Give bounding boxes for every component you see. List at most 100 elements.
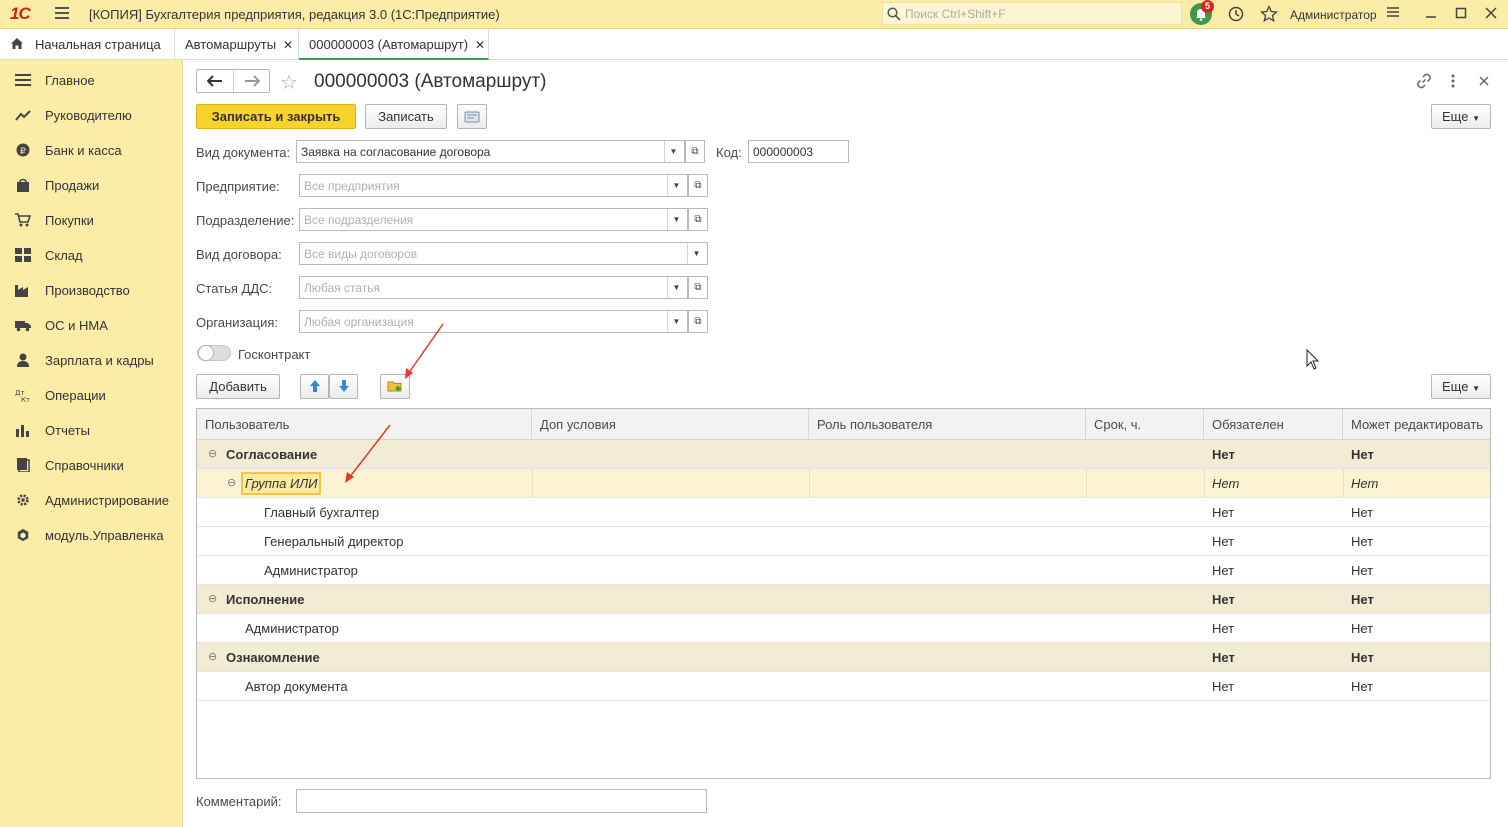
tab-label: Автомаршруты: [185, 37, 277, 52]
tab-automarshruty[interactable]: Автомаршруты ✕: [175, 29, 299, 60]
link-icon[interactable]: [1416, 73, 1432, 92]
enterprise-field[interactable]: Все предприятия ▼: [299, 174, 688, 197]
table-row[interactable]: ⊖ Согласование Нет Нет: [197, 440, 1490, 469]
mouse-cursor-icon: [1306, 349, 1320, 370]
sidebar-item-fixed-assets[interactable]: ОС и НМА: [0, 307, 183, 342]
maximize-icon[interactable]: [1452, 5, 1470, 23]
table-row[interactable]: Генеральный директор Нет Нет: [197, 527, 1490, 556]
table-row[interactable]: Администратор Нет Нет: [197, 556, 1490, 585]
add-group-button[interactable]: [380, 374, 410, 399]
contract-type-field[interactable]: Все виды договоров ▼: [299, 242, 708, 265]
window-title: [КОПИЯ] Бухгалтерия предприятия, редакци…: [89, 7, 500, 22]
open-icon[interactable]: ⧉: [688, 310, 708, 333]
dropdown-arrow-icon[interactable]: ▼: [667, 311, 685, 332]
app-logo[interactable]: 1С: [10, 4, 31, 24]
dropdown-arrow-icon[interactable]: ▼: [687, 243, 705, 264]
column-header-required[interactable]: Обязателен: [1204, 409, 1343, 440]
sidebar-item-production[interactable]: Производство: [0, 272, 183, 307]
dropdown-arrow-icon[interactable]: ▼: [667, 209, 685, 230]
row-required: Нет: [1212, 592, 1235, 607]
sidebar-item-warehouse[interactable]: Склад: [0, 237, 183, 272]
code-field[interactable]: 000000003: [748, 140, 849, 163]
row-editable: Нет: [1351, 650, 1374, 665]
sidebar-item-salary[interactable]: Зарплата и кадры: [0, 342, 183, 377]
department-field[interactable]: Все подразделения ▼: [299, 208, 688, 231]
search-placeholder: Поиск Ctrl+Shift+F: [905, 7, 1006, 21]
dropdown-arrow-icon[interactable]: ▼: [667, 175, 685, 196]
favorite-star-icon[interactable]: ☆: [280, 70, 298, 95]
favorites-star-icon[interactable]: [1259, 4, 1279, 23]
open-icon[interactable]: ⧉: [688, 208, 708, 231]
contract-type-placeholder: Все виды договоров: [304, 247, 418, 261]
row-editable: Нет: [1351, 592, 1374, 607]
table-row[interactable]: Администратор Нет Нет: [197, 614, 1490, 643]
doc-type-field[interactable]: Заявка на согласование договора ▼: [296, 140, 685, 163]
dds-field[interactable]: Любая статья ▼: [299, 276, 688, 299]
collapse-icon[interactable]: ⊖: [208, 592, 217, 605]
row-editable: Нет: [1351, 621, 1374, 636]
more-button[interactable]: Еще ▼: [1431, 104, 1491, 129]
collapse-icon[interactable]: ⊖: [227, 476, 236, 489]
table-row[interactable]: ⊖ Группа ИЛИ Нет Нет: [197, 469, 1490, 498]
table-row[interactable]: ⊖ Ознакомление Нет Нет: [197, 643, 1490, 672]
settings-menu-icon[interactable]: [1384, 5, 1402, 23]
sidebar-item-label: Производство: [45, 283, 130, 298]
sidebar-item-sales[interactable]: Продажи: [0, 167, 183, 202]
close-window-icon[interactable]: [1482, 5, 1500, 23]
collapse-icon[interactable]: ⊖: [208, 650, 217, 663]
move-up-button[interactable]: [300, 374, 329, 399]
column-header-user[interactable]: Пользователь: [197, 409, 532, 440]
column-header-editable[interactable]: Может редактировать: [1343, 409, 1490, 440]
sidebar-item-operations[interactable]: Дт Кт Операции: [0, 377, 183, 412]
close-tab-icon[interactable]: ✕: [283, 38, 293, 52]
table-more-button[interactable]: Еще ▼: [1431, 374, 1491, 399]
open-icon[interactable]: ⧉: [688, 276, 708, 299]
notifications-bell-icon[interactable]: 5: [1190, 0, 1214, 25]
org-field[interactable]: Любая организация ▼: [299, 310, 688, 333]
forward-arrow-icon[interactable]: [234, 70, 270, 92]
save-and-close-button[interactable]: Записать и закрыть: [196, 104, 356, 129]
page-title: 000000003 (Автомаршрут): [314, 71, 547, 92]
open-icon[interactable]: ⧉: [688, 174, 708, 197]
print-form-button[interactable]: [457, 104, 487, 129]
add-row-button[interactable]: Добавить: [196, 374, 280, 399]
back-arrow-icon[interactable]: [197, 70, 233, 92]
main-menu-icon[interactable]: [55, 7, 69, 21]
sidebar-item-administration[interactable]: Администрирование: [0, 482, 183, 517]
table-row[interactable]: ⊖ Исполнение Нет Нет: [197, 585, 1490, 614]
sidebar-item-catalogs[interactable]: Справочники: [0, 447, 183, 482]
tab-home[interactable]: Начальная страница: [0, 29, 175, 60]
approval-route-table[interactable]: Пользователь Доп условия Роль пользовате…: [196, 408, 1491, 779]
column-header-conditions[interactable]: Доп условия: [532, 409, 809, 440]
dropdown-arrow-icon[interactable]: ▼: [667, 277, 685, 298]
sidebar-item-main[interactable]: Главное: [0, 62, 183, 97]
move-down-button[interactable]: [329, 374, 358, 399]
comment-field[interactable]: [296, 789, 707, 813]
dropdown-arrow-icon[interactable]: ▼: [664, 141, 682, 162]
sidebar-item-bank[interactable]: ₽ Банк и касса: [0, 132, 183, 167]
sidebar-item-reports[interactable]: Отчеты: [0, 412, 183, 447]
collapse-icon[interactable]: ⊖: [208, 447, 217, 460]
history-icon[interactable]: [1227, 5, 1245, 23]
open-icon[interactable]: ⧉: [685, 140, 705, 163]
goscontract-toggle[interactable]: [197, 345, 231, 361]
current-user-name[interactable]: Администратор: [1290, 8, 1377, 22]
sidebar-item-label: Банк и касса: [45, 143, 122, 158]
save-button[interactable]: Записать: [365, 104, 447, 129]
close-tab-icon[interactable]: ✕: [475, 38, 485, 52]
close-form-icon[interactable]: [1478, 73, 1490, 90]
row-editable: Нет: [1351, 476, 1379, 491]
row-required: Нет: [1212, 534, 1235, 549]
more-actions-icon[interactable]: [1450, 73, 1456, 92]
sidebar-item-purchases[interactable]: Покупки: [0, 202, 183, 237]
sidebar-item-manager[interactable]: Руководителю: [0, 97, 183, 132]
search-input[interactable]: Поиск Ctrl+Shift+F: [882, 2, 1182, 25]
column-header-role[interactable]: Роль пользователя: [809, 409, 1086, 440]
minimize-icon[interactable]: [1422, 5, 1440, 23]
table-row[interactable]: Автор документа Нет Нет: [197, 672, 1490, 701]
table-row[interactable]: Главный бухгалтер Нет Нет: [197, 498, 1490, 527]
column-header-deadline[interactable]: Срок, ч.: [1086, 409, 1204, 440]
tab-document[interactable]: 000000003 (Автомаршрут) ✕: [299, 29, 489, 60]
sidebar-item-label: Главное: [45, 73, 95, 88]
sidebar-item-upravlenka[interactable]: модуль.Управленка: [0, 517, 183, 552]
